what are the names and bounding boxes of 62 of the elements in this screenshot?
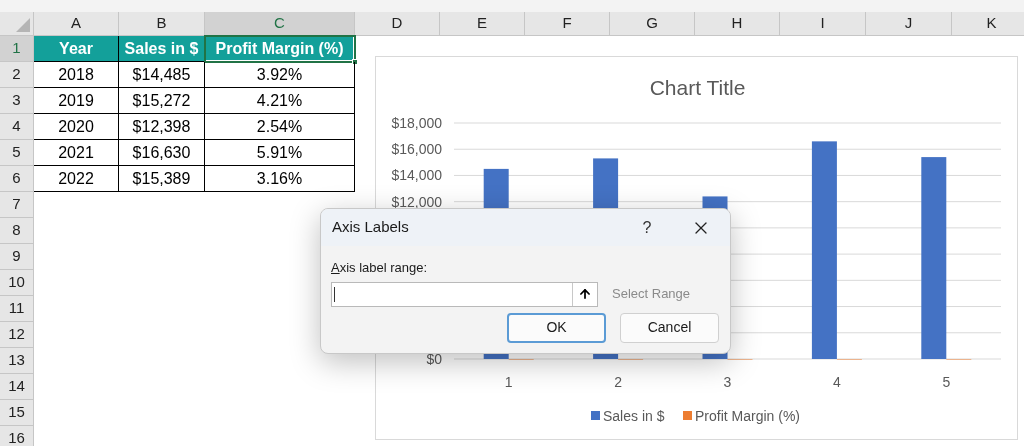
row-header[interactable]: 11: [0, 296, 34, 322]
help-button[interactable]: ?: [630, 212, 664, 243]
column-header[interactable]: A: [34, 12, 119, 35]
axis-label: 5: [942, 374, 951, 390]
table-cell[interactable]: 5.91%: [205, 140, 355, 166]
table-cell[interactable]: 3.16%: [205, 166, 355, 192]
column-header[interactable]: H: [695, 12, 780, 35]
table-cell[interactable]: $12,398: [119, 114, 205, 140]
row-header[interactable]: 6: [0, 166, 34, 192]
table-cell[interactable]: $14,485: [119, 62, 205, 88]
row-header[interactable]: 14: [0, 374, 34, 400]
dialog-title: Axis Labels: [332, 217, 409, 238]
row-header[interactable]: 7: [0, 192, 34, 218]
table-cell[interactable]: 3.92%: [205, 62, 355, 88]
table-cell[interactable]: 2018: [34, 62, 119, 88]
axis-label: $14,000: [391, 167, 442, 184]
column-header[interactable]: F: [525, 12, 610, 35]
chart-title: Chart Title: [649, 76, 746, 99]
hint-text: Select Range: [612, 285, 691, 304]
row-header[interactable]: 5: [0, 140, 34, 166]
table-cell[interactable]: 2.54%: [205, 114, 355, 140]
legend-label: Sales in $: [603, 408, 665, 424]
axis-label: $16,000: [391, 141, 442, 158]
row-header[interactable]: 10: [0, 270, 34, 296]
axis-label: $18,000: [391, 115, 442, 131]
table-cell[interactable]: 2020: [34, 114, 119, 140]
axis-label: 4: [833, 374, 841, 390]
column-header[interactable]: C: [205, 12, 355, 35]
column-header[interactable]: D: [355, 12, 440, 35]
table-cell[interactable]: 4.21%: [205, 88, 355, 114]
column-header[interactable]: G: [610, 12, 695, 35]
row-header[interactable]: 4: [0, 114, 34, 140]
axis-label: $12,000: [391, 193, 442, 210]
axis-label: 3: [723, 374, 732, 390]
row-header[interactable]: 2: [0, 62, 34, 88]
axis-label: $0: [426, 351, 442, 367]
table-cell[interactable]: 2019: [34, 88, 119, 114]
dialog-button[interactable]: Cancel: [620, 312, 719, 343]
legend-label: Profit Margin (%): [695, 408, 801, 424]
column-header[interactable]: K: [952, 12, 1024, 35]
row-header[interactable]: 1: [0, 36, 34, 62]
table-cell[interactable]: 2022: [34, 166, 119, 192]
column-header[interactable]: E: [440, 12, 525, 35]
row-header[interactable]: 8: [0, 218, 34, 244]
row-header[interactable]: 13: [0, 348, 34, 374]
range-input-field[interactable]: [331, 281, 598, 307]
row-header[interactable]: 15: [0, 400, 34, 426]
table-cell[interactable]: $15,272: [119, 88, 205, 114]
column-header[interactable]: J: [866, 12, 952, 35]
axis-label: 1: [504, 374, 513, 390]
field-label: Axis label range:: [331, 259, 429, 277]
axis-label: 2: [614, 374, 622, 390]
row-header[interactable]: 3: [0, 88, 34, 114]
row-header[interactable]: 9: [0, 244, 34, 270]
dialog-button[interactable]: OK: [507, 312, 606, 343]
row-header[interactable]: 16: [0, 426, 34, 446]
table-cell[interactable]: $16,630: [119, 140, 205, 166]
row-header[interactable]: 12: [0, 322, 34, 348]
column-header[interactable]: I: [780, 12, 866, 35]
fill-handle[interactable]: [352, 59, 358, 65]
table-cell[interactable]: 2021: [34, 140, 119, 166]
table-cell[interactable]: $15,389: [119, 166, 205, 192]
